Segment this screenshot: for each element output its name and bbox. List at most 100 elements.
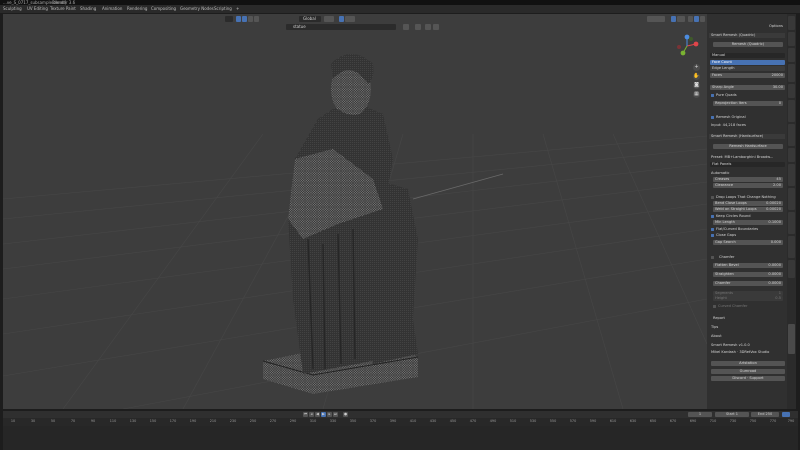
3d-viewport[interactable]: Global statue + ✋ ◙ ▦ (3, 14, 707, 409)
about-panel[interactable]: About (711, 334, 722, 338)
height-field[interactable]: Height 0.5 (713, 296, 783, 301)
chamfer-field[interactable]: Chamfer 0.0000 (713, 281, 783, 286)
close-gaps-checkbox[interactable] (711, 234, 714, 237)
tab-animation[interactable] (788, 212, 795, 234)
next-keyframe-icon[interactable]: ▸ (327, 412, 332, 417)
select-mode-button-2[interactable] (242, 16, 247, 22)
gap-search-field[interactable]: Gap Search 0.000 (713, 240, 783, 245)
tab-blenderkit[interactable] (788, 236, 795, 258)
tab-hardops[interactable] (788, 260, 795, 278)
tab-edit[interactable] (788, 84, 795, 98)
statue-mesh[interactable] (233, 39, 443, 399)
object-mode-button[interactable] (225, 16, 233, 22)
select-mode-button-4[interactable] (254, 16, 259, 22)
bend-close-loops-field[interactable]: Bend Close Loops 0.00020 (713, 201, 783, 206)
panel-header-hardsurface[interactable]: Smart Remesh (Hardsurface) (709, 134, 785, 139)
tab-smart-remesh[interactable] (788, 324, 795, 354)
flatten-bevel-field[interactable]: Flatten Bevel 0.0000 (713, 263, 783, 268)
curved-chamfer-checkbox[interactable] (713, 305, 716, 308)
panel-header-quadric[interactable]: Smart Remesh (Quadric) (709, 33, 785, 38)
tab-geometry-nodes[interactable]: Geometry Nodes (180, 5, 214, 13)
hand-pan-icon[interactable]: ✋ (693, 73, 700, 80)
select-mode-button[interactable] (236, 16, 241, 22)
transform-orientation-dropdown[interactable]: Global (299, 16, 321, 22)
shading-solid-button[interactable] (694, 16, 699, 22)
tab-decimate[interactable] (788, 164, 795, 186)
shading-material-button[interactable] (700, 16, 705, 22)
perspective-grid-icon[interactable]: ▦ (693, 91, 700, 98)
tab-shading[interactable]: Shading (80, 5, 96, 13)
automatic-subpanel[interactable]: Automatic (711, 171, 729, 175)
clear-search-icon[interactable] (403, 24, 409, 30)
preset-dropdown[interactable]: Flat Panels (710, 162, 785, 167)
tab-gen[interactable] (788, 148, 795, 162)
edge-length-option[interactable]: Edge Length (710, 66, 785, 71)
tab-tool[interactable] (788, 32, 795, 46)
pure-quads-checkbox[interactable] (711, 94, 714, 97)
remesh-hardsurface-button[interactable]: Remesh Hardsurface (713, 144, 783, 149)
timeline-body[interactable] (3, 426, 798, 450)
tab-rendering[interactable]: Rendering (127, 5, 147, 13)
tab-randomize[interactable] (788, 188, 795, 210)
play-reverse-icon[interactable]: ◀ (315, 412, 320, 417)
gumroad-link[interactable]: Gumroad (711, 369, 785, 374)
tab-scripting[interactable]: Scripting (214, 5, 232, 13)
options-dropdown[interactable]: Options (769, 24, 783, 28)
remesh-original-checkbox[interactable] (711, 116, 714, 119)
filter-icon[interactable] (415, 24, 421, 30)
jump-end-icon[interactable]: ⏭ (333, 412, 338, 417)
mode-dropdown[interactable]: Manual (710, 53, 785, 58)
visibility-dropdown[interactable] (647, 16, 665, 22)
navigation-gizmo[interactable] (675, 34, 699, 58)
xray-button[interactable] (677, 16, 685, 22)
snap-target-button[interactable] (345, 16, 355, 22)
chamfer-toggle[interactable] (711, 256, 714, 259)
overlays-toggle[interactable] (671, 16, 676, 22)
tab-uv-editing[interactable]: UV Editing (27, 5, 48, 13)
restrict-icon[interactable] (433, 24, 439, 30)
shading-wireframe-button[interactable] (688, 16, 693, 22)
tab-sculpting[interactable]: Sculpting (3, 5, 22, 13)
remesh-quadric-button[interactable]: Remesh (Quadric) (713, 42, 783, 47)
visibility-icon[interactable] (425, 24, 431, 30)
face-count-option[interactable]: Face Count (710, 60, 785, 65)
frame-ruler[interactable]: 10 30 50 70 90 110 130 150 170 190 210 2… (3, 419, 798, 425)
discord-support-link[interactable]: Discord · Support (711, 376, 785, 381)
weld-field[interactable]: Weld on Straight Loops 0.00020 (713, 207, 783, 212)
tab-view[interactable] (788, 48, 795, 62)
reprojection-field[interactable]: Reprojection Iters 0 (713, 101, 783, 106)
camera-view-icon[interactable]: ◙ (693, 82, 700, 89)
sharp-angle-field[interactable]: Sharp Angle 30.00 (710, 85, 785, 90)
faces-field[interactable]: Faces 20000 (710, 73, 785, 78)
tab-texture-paint[interactable]: Texture Paint (50, 5, 76, 13)
tab-remesh[interactable] (788, 64, 795, 82)
keying-toggle[interactable] (782, 412, 790, 417)
drop-loops-checkbox[interactable] (711, 196, 714, 199)
prev-keyframe-icon[interactable]: ◂ (309, 412, 314, 417)
outliner-search-input[interactable]: statue (286, 24, 396, 30)
straighten-field[interactable]: Straighten 0.0000 (713, 272, 783, 277)
clearance-field[interactable]: Clearance 2.00 (713, 183, 783, 188)
artstation-link[interactable]: Artstation (711, 361, 785, 366)
start-frame-field[interactable]: Start 1 (715, 412, 749, 417)
end-frame-field[interactable]: End 250 (751, 412, 779, 417)
min-length-field[interactable]: Min Length 0.1000 (713, 220, 783, 225)
tab-item[interactable] (788, 16, 795, 30)
tab-compositing[interactable]: Compositing (151, 5, 176, 13)
report-subpanel[interactable]: Report (713, 316, 725, 320)
add-workspace-button[interactable]: + (236, 5, 239, 13)
jump-start-icon[interactable]: ⏮ (303, 412, 308, 417)
keep-circles-checkbox[interactable] (711, 215, 714, 218)
select-mode-button-3[interactable] (248, 16, 253, 22)
play-icon[interactable]: ▶ (321, 412, 326, 417)
tips-panel[interactable]: Tips (711, 325, 718, 329)
pivot-button[interactable] (324, 16, 334, 22)
tab-boxcutter[interactable] (788, 100, 795, 122)
zoom-icon[interactable]: + (693, 64, 700, 71)
tab-shortcuts[interactable] (788, 124, 795, 146)
snap-toggle[interactable] (339, 16, 344, 22)
record-icon[interactable]: ● (343, 412, 348, 417)
creases-field[interactable]: Creases 45 (713, 177, 783, 182)
flat-boundaries-checkbox[interactable] (711, 228, 714, 231)
current-frame-field[interactable]: 1 (688, 412, 712, 417)
